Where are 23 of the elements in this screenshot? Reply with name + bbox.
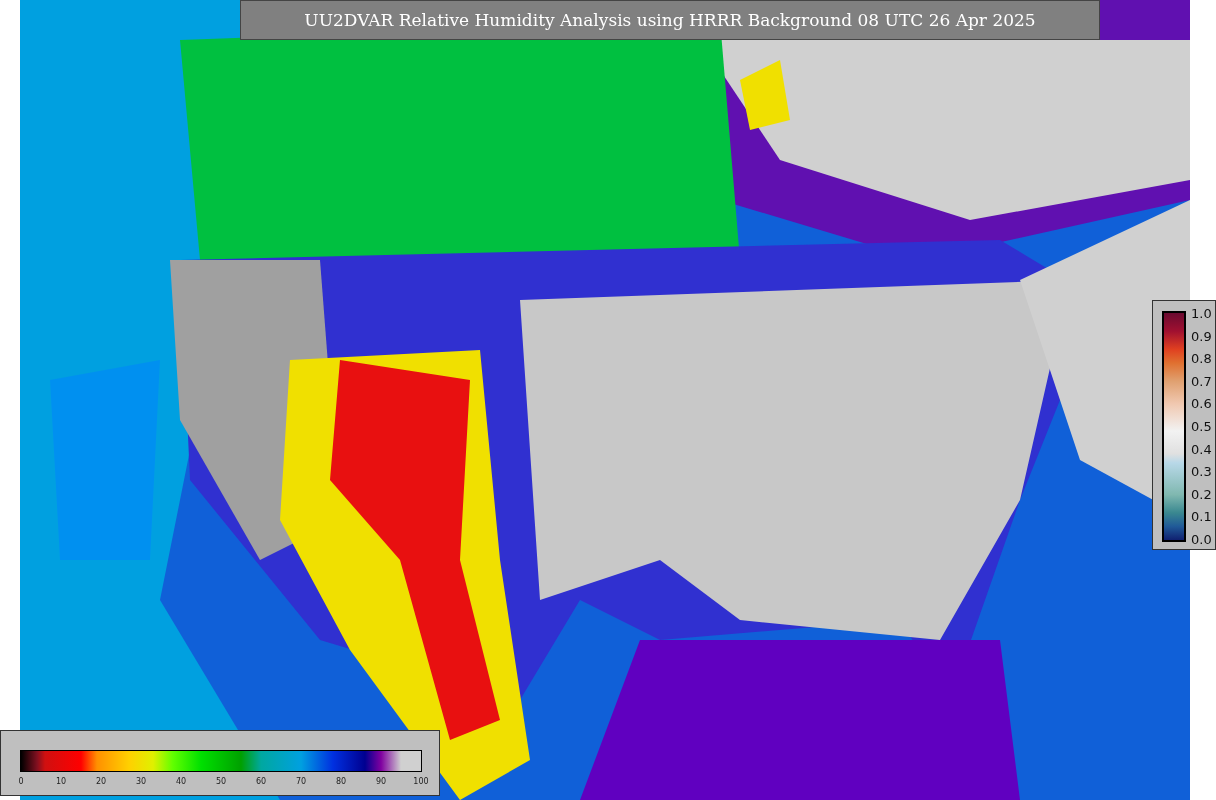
tick-label: 0 (18, 777, 24, 786)
tick-label: 0.7 (1191, 373, 1212, 389)
tick-label: 30 (135, 777, 147, 786)
tick-label: 10 (55, 777, 67, 786)
tick-label: 20 (95, 777, 107, 786)
tick-label: 100 (413, 777, 429, 786)
tick-label: 0.8 (1191, 350, 1212, 366)
tick-label: 40 (175, 777, 187, 786)
tick-label: 80 (335, 777, 347, 786)
tick-label: 0.0 (1191, 531, 1212, 547)
tick-label: 60 (255, 777, 267, 786)
tick-label: 0.5 (1191, 418, 1212, 434)
tick-label: 0.1 (1191, 508, 1212, 524)
tick-label: 0.4 (1191, 441, 1212, 457)
tick-label: 50 (215, 777, 227, 786)
tick-label: 0.6 (1191, 395, 1212, 411)
map-title: UU2DVAR Relative Humidity Analysis using HRRR Background 08 UTC 26 Apr 2025 (240, 0, 1100, 40)
tick-label: 0.9 (1191, 328, 1212, 344)
tick-label: 90 (375, 777, 387, 786)
tick-label: 0.2 (1191, 486, 1212, 502)
tick-label: 0.3 (1191, 463, 1212, 479)
tick-label: 70 (295, 777, 307, 786)
tick-label: 1.0 (1191, 305, 1212, 321)
